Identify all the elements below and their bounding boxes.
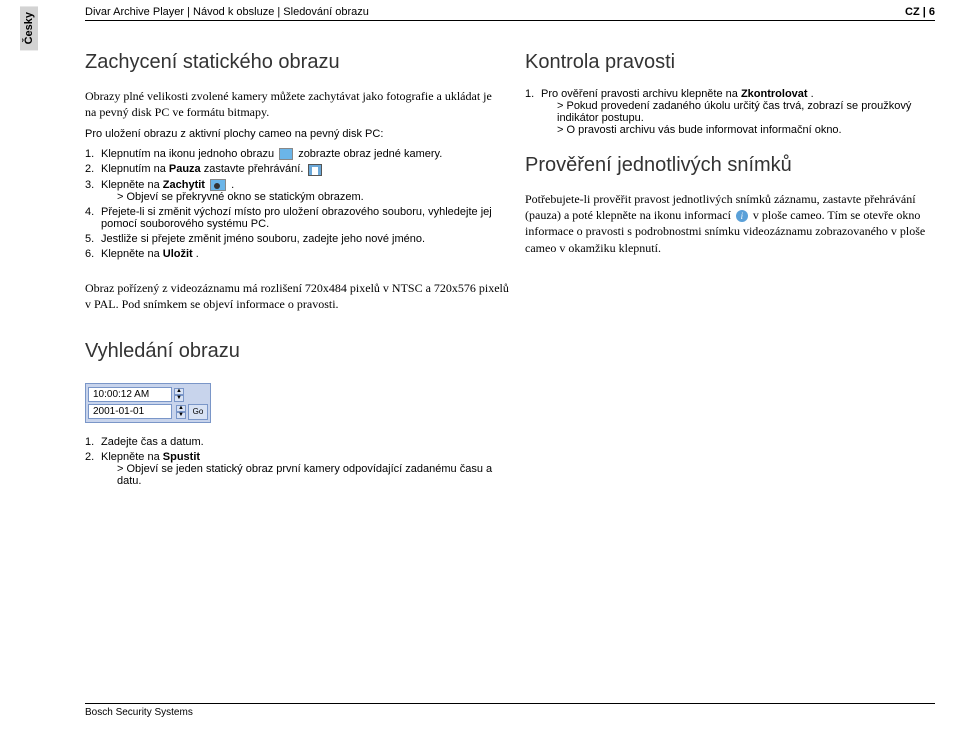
heading-verify-frames: Prověření jednotlivých snímků xyxy=(525,154,935,177)
search-step-2: 2. Klepněte na Spustit > Objeví se jeden… xyxy=(85,451,515,487)
step-2: 2. Klepnutím na Pauza zastavte přehráván… xyxy=(85,163,495,175)
heading-search: Vyhledání obrazu xyxy=(85,340,935,363)
page-header: Divar Archive Player | Návod k obsluze |… xyxy=(85,6,935,21)
search-step-2-sub: > Objeví se jeden statický obraz první k… xyxy=(117,463,515,487)
heading-authenticity: Kontrola pravosti xyxy=(525,51,935,74)
intro-text: Obrazy plné velikosti zvolené kamery můž… xyxy=(85,88,495,120)
resolution-note: Obraz pořízený z videozáznamu má rozliše… xyxy=(85,280,515,312)
search-step-1: 1. Zadejte čas a datum. xyxy=(85,436,515,448)
pause-icon xyxy=(308,164,322,176)
step-3-sub: > Objeví se překryvné okno se statickým … xyxy=(117,191,495,203)
left-column: Zachycení statického obrazu Obrazy plné … xyxy=(85,51,495,264)
verify-frames-text: Potřebujete-li prověřit pravost jednotli… xyxy=(525,191,935,256)
footer: Bosch Security Systems xyxy=(85,703,935,718)
go-button[interactable]: Go xyxy=(188,404,208,420)
full-width-section: Obraz pořízený z videozáznamu má rozliše… xyxy=(85,280,935,487)
date-field[interactable]: 2001-01-01 xyxy=(88,404,172,419)
single-view-icon xyxy=(279,148,293,160)
step-1: 1. Klepnutím na ikonu jednoho obrazu zob… xyxy=(85,148,495,160)
breadcrumb: Divar Archive Player | Návod k obsluze |… xyxy=(85,6,369,18)
auth-step-1: 1. Pro ověření pravosti archivu klepněte… xyxy=(525,88,935,136)
date-spinner[interactable]: ▲▼ xyxy=(176,405,186,419)
search-widget: 10:00:12 AM ▲▼ 2001-01-01 ▲▼ Go xyxy=(85,383,211,423)
step-3: 3. Klepněte na Zachytit . > Objeví se př… xyxy=(85,179,495,203)
step-5: 5. Jestliže si přejete změnit jméno soub… xyxy=(85,233,495,245)
page-body: Divar Archive Player | Návod k obsluze |… xyxy=(85,0,935,487)
step-6: 6. Klepněte na Uložit . xyxy=(85,248,495,260)
lead-text: Pro uložení obrazu z aktivní plochy came… xyxy=(85,128,495,140)
right-column: Kontrola pravosti 1. Pro ověření pravost… xyxy=(525,51,935,264)
page-number: CZ | 6 xyxy=(905,6,935,18)
step-4: 4. Přejete-li si změnit výchozí místo pr… xyxy=(85,206,495,230)
language-tab: Česky xyxy=(20,6,38,50)
heading-capture: Zachycení statického obrazu xyxy=(85,51,495,74)
auth-sub-2: > O pravosti archivu vás bude informovat… xyxy=(557,124,935,136)
info-icon: i xyxy=(736,210,748,222)
capture-icon xyxy=(210,179,226,191)
auth-sub-1: > Pokud provedení zadaného úkolu určitý … xyxy=(557,100,935,124)
time-spinner[interactable]: ▲▼ xyxy=(174,388,184,402)
two-column-layout: Zachycení statického obrazu Obrazy plné … xyxy=(85,51,935,264)
time-field[interactable]: 10:00:12 AM xyxy=(88,387,172,402)
